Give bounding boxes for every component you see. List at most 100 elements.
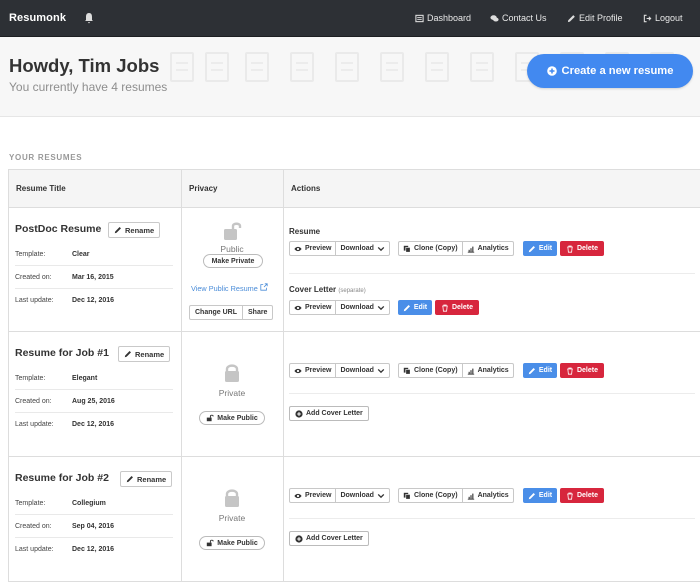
- add-cover-letter-button[interactable]: Add Cover Letter: [289, 406, 369, 421]
- created-row: Created on: Aug 25, 2016: [15, 390, 173, 413]
- preview-button[interactable]: Preview: [289, 300, 337, 315]
- lock-icon: [225, 489, 239, 507]
- updated-row: Last update: Dec 12, 2016: [15, 289, 173, 312]
- rename-label: Rename: [137, 474, 167, 484]
- pencil-icon: [114, 227, 121, 234]
- clone-button[interactable]: Clone (Copy): [398, 488, 463, 503]
- chevron-down-icon: [377, 493, 385, 498]
- add-cover-letter-button[interactable]: Add Cover Letter: [289, 531, 369, 546]
- analytics-button[interactable]: Analytics: [461, 241, 514, 256]
- delete-resume-button[interactable]: Delete: [560, 488, 604, 503]
- pencil-icon: [528, 245, 535, 252]
- copy-icon: [403, 245, 411, 253]
- pencil-icon: [126, 476, 133, 483]
- page-title: Howdy, Tim Jobs: [9, 55, 160, 76]
- preview-label: Preview: [305, 367, 332, 374]
- delete-resume-button[interactable]: Delete: [560, 241, 604, 256]
- privacy-cell: Private Make Public: [181, 456, 284, 582]
- download-dropdown[interactable]: Download: [335, 300, 390, 315]
- clone-button[interactable]: Clone (Copy): [398, 241, 463, 256]
- nav-dashboard-label: Dashboard: [427, 13, 472, 23]
- delete-resume-button[interactable]: Delete: [560, 363, 604, 378]
- analytics-button[interactable]: Analytics: [461, 363, 514, 378]
- meta-key: Created on:: [15, 522, 52, 530]
- nav-edit-profile[interactable]: Edit Profile: [567, 13, 623, 23]
- chevron-down-icon: [377, 246, 385, 251]
- plus-circle-icon: [546, 66, 557, 76]
- nav-logout[interactable]: Logout: [643, 13, 683, 23]
- resume-title: Resume for Job #1: [15, 347, 109, 359]
- nav-contact[interactable]: Contact Us: [490, 13, 547, 23]
- make-private-label: Make Private: [211, 257, 255, 265]
- updated-row: Last update: Dec 12, 2016: [15, 413, 173, 436]
- clone-button[interactable]: Clone (Copy): [398, 363, 463, 378]
- delete-cover-letter-button[interactable]: Delete: [435, 300, 479, 315]
- resume-tools-group: Clone (Copy) Analytics: [398, 363, 514, 378]
- trash-icon: [567, 245, 573, 253]
- dashboard-icon: [415, 14, 424, 22]
- separate-note: (separate): [338, 288, 366, 294]
- download-dropdown[interactable]: Download: [335, 363, 390, 378]
- analytics-button[interactable]: Analytics: [461, 488, 514, 503]
- edit-resume-button[interactable]: Edit: [523, 363, 557, 378]
- preview-label: Preview: [305, 304, 332, 311]
- unlock-icon: [207, 539, 214, 547]
- make-public-button[interactable]: Make Public: [199, 411, 265, 425]
- rename-button[interactable]: Rename: [108, 222, 161, 238]
- preview-button[interactable]: Preview: [289, 241, 337, 256]
- document-icon: [335, 52, 359, 82]
- resume-title-cell: PostDoc Resume Rename Template: Clear Cre…: [8, 207, 182, 332]
- download-dropdown[interactable]: Download: [335, 241, 390, 256]
- resume-title: Resume for Job #2: [15, 472, 109, 484]
- eye-icon: [294, 246, 302, 251]
- meta-key: Template:: [15, 499, 46, 507]
- meta-value: Elegant: [72, 374, 98, 382]
- pencil-icon: [403, 304, 410, 311]
- top-navbar: Resumonk Dashboard Contact Us Edit Profi…: [0, 0, 700, 37]
- change-url-label: Change URL: [195, 309, 237, 316]
- rename-button[interactable]: Rename: [118, 346, 171, 362]
- unlock-icon: [224, 222, 242, 240]
- table-row: PostDoc Resume Rename Template: Clear Cre…: [8, 207, 700, 332]
- share-button[interactable]: Share: [242, 305, 274, 320]
- make-public-button[interactable]: Make Public: [199, 536, 265, 550]
- nav-dashboard[interactable]: Dashboard: [415, 13, 471, 23]
- resume-title: PostDoc Resume: [15, 223, 102, 235]
- create-resume-label: Create a new resume: [561, 65, 674, 77]
- created-row: Created on: Sep 04, 2016: [15, 515, 173, 538]
- chevron-down-icon: [377, 305, 385, 310]
- preview-label: Preview: [305, 245, 332, 252]
- divider: [289, 518, 695, 519]
- make-private-button[interactable]: Make Private: [203, 254, 263, 268]
- rename-label: Rename: [135, 349, 165, 359]
- add-cover-letter-label: Add Cover Letter: [306, 535, 363, 542]
- download-label: Download: [340, 245, 374, 252]
- meta-value: Sep 04, 2016: [72, 522, 115, 530]
- eye-icon: [294, 493, 302, 498]
- template-row: Template: Clear: [15, 243, 173, 266]
- resume-title-cell: Resume for Job #2 Rename Template: Colleg…: [8, 456, 182, 582]
- edit-resume-button[interactable]: Edit: [523, 241, 557, 256]
- change-url-button[interactable]: Change URL: [189, 305, 243, 320]
- table-row: Resume for Job #1 Rename Template: Elegan…: [8, 331, 700, 457]
- trash-icon: [567, 492, 573, 500]
- resume-view-group: Preview Download: [289, 241, 390, 256]
- privacy-status: Public: [220, 244, 244, 254]
- edit-cover-letter-button[interactable]: Edit: [398, 300, 432, 315]
- preview-button[interactable]: Preview: [289, 488, 337, 503]
- resumes-table: Resume Title Privacy Actions PostDoc Res…: [8, 169, 700, 582]
- document-icon: [290, 52, 314, 82]
- plus-circle-icon: [295, 409, 303, 418]
- bell-icon[interactable]: [84, 12, 94, 24]
- download-label: Download: [340, 367, 374, 374]
- create-resume-button[interactable]: Create a new resume: [527, 54, 693, 88]
- edit-resume-button[interactable]: Edit: [523, 488, 557, 503]
- meta-value: Collegium: [72, 499, 106, 507]
- rename-button[interactable]: Rename: [120, 471, 173, 487]
- document-icon: [205, 52, 229, 82]
- clone-label: Clone (Copy): [414, 245, 458, 252]
- view-public-resume-link[interactable]: View Public Resume: [191, 283, 268, 293]
- preview-button[interactable]: Preview: [289, 363, 337, 378]
- brand-logo[interactable]: Resumonk: [9, 12, 66, 24]
- download-dropdown[interactable]: Download: [335, 488, 390, 503]
